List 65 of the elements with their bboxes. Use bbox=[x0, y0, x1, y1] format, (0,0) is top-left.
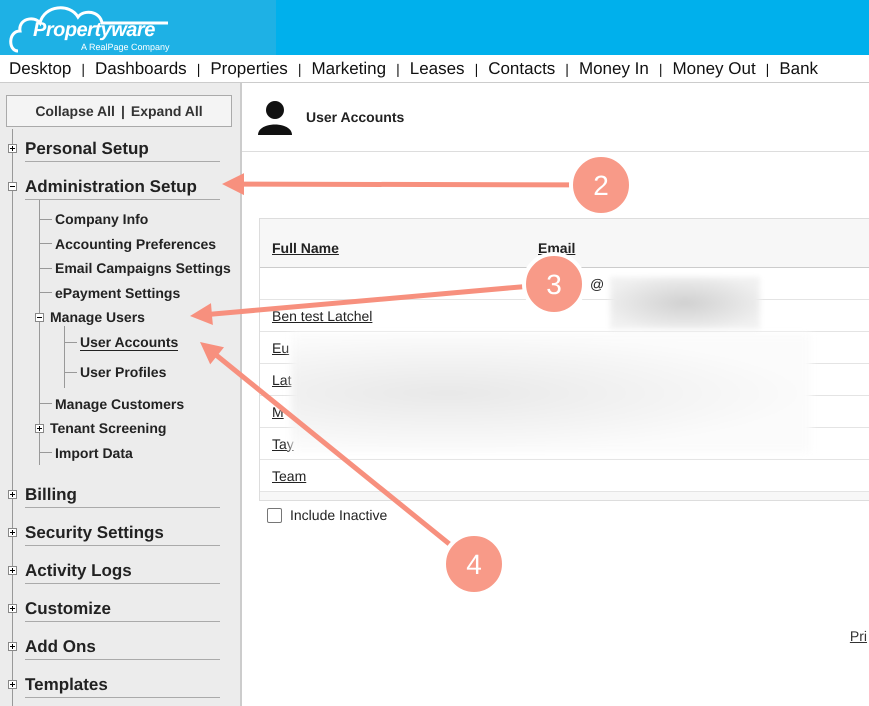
tree-link[interactable]: Manage Users bbox=[50, 309, 145, 326]
nav-divider: | bbox=[196, 60, 200, 76]
nav-divider: | bbox=[474, 60, 478, 76]
expand-icon[interactable] bbox=[8, 642, 17, 650]
tree-link[interactable]: Company Info bbox=[55, 211, 148, 228]
logo-text: Propertyware bbox=[33, 19, 155, 42]
expand-icon[interactable] bbox=[8, 490, 17, 498]
step-number: 4 bbox=[466, 549, 482, 580]
expand-icon[interactable] bbox=[8, 604, 17, 612]
expand-all-link[interactable]: Expand All bbox=[130, 103, 203, 119]
tree-link[interactable]: Manage Customers bbox=[55, 396, 184, 412]
nav-link[interactable]: Dashboards bbox=[95, 58, 187, 78]
name-link[interactable]: Eu bbox=[272, 340, 290, 356]
tree-link[interactable]: ePayment Settings bbox=[55, 284, 180, 301]
tree-link[interactable]: User Profiles bbox=[80, 364, 166, 381]
section-link[interactable]: Templates bbox=[25, 670, 220, 698]
logo-tagline: A RealPage Company bbox=[81, 42, 170, 52]
nav-link[interactable]: Bank bbox=[779, 58, 818, 78]
name-link[interactable]: Ben test Latchel bbox=[272, 308, 372, 324]
checkbox-label: Include Inactive bbox=[290, 507, 388, 523]
expand-icon[interactable] bbox=[8, 566, 17, 574]
nav-divider: | bbox=[298, 60, 302, 76]
name-link[interactable]: Lat bbox=[272, 372, 292, 388]
email-text: @ bbox=[590, 276, 604, 292]
separator: | bbox=[120, 103, 125, 119]
nav-link[interactable]: Properties bbox=[210, 58, 288, 78]
nav-link[interactable]: Marketing bbox=[311, 58, 386, 78]
nav-link[interactable]: Money Out bbox=[672, 58, 756, 78]
section-link[interactable]: Add Ons bbox=[25, 632, 220, 660]
privacy-link[interactable]: Pri bbox=[850, 628, 867, 644]
nav-link[interactable]: Leases bbox=[410, 58, 465, 78]
nav-divider: | bbox=[766, 60, 770, 76]
collapse-icon[interactable] bbox=[35, 312, 44, 322]
nav-link[interactable]: Contacts bbox=[488, 58, 556, 78]
section-link[interactable]: Customize bbox=[25, 594, 220, 622]
expand-icon[interactable] bbox=[8, 680, 17, 688]
step-number: 3 bbox=[546, 269, 562, 300]
section-link[interactable]: Activity Logs bbox=[25, 556, 220, 584]
nav-divider: | bbox=[81, 60, 86, 76]
page-title: User Accounts bbox=[306, 109, 404, 125]
step-number: 2 bbox=[593, 170, 609, 201]
nav-link[interactable]: Desktop bbox=[9, 58, 72, 78]
expand-icon[interactable] bbox=[8, 144, 17, 152]
section-link[interactable]: Billing bbox=[25, 480, 220, 508]
tree-link[interactable]: Accounting Preferences bbox=[55, 236, 216, 252]
nav-divider: | bbox=[396, 60, 400, 76]
user-icon bbox=[256, 99, 294, 135]
expand-icon[interactable] bbox=[35, 424, 44, 433]
tree-link[interactable]: Email Campaigns Settings bbox=[55, 260, 231, 276]
tree-link[interactable]: Import Data bbox=[55, 444, 133, 461]
section-link[interactable]: Security Settings bbox=[25, 518, 220, 546]
nav-divider: | bbox=[565, 60, 569, 76]
section-link[interactable]: Personal Setup bbox=[25, 134, 220, 162]
expand-icon[interactable] bbox=[8, 528, 17, 536]
name-link[interactable]: Tay bbox=[272, 436, 294, 452]
tree-link[interactable]: User Accounts bbox=[80, 334, 178, 351]
collapse-icon[interactable] bbox=[8, 182, 17, 190]
nav-link[interactable]: Money In bbox=[578, 58, 649, 78]
name-link[interactable]: Team bbox=[272, 468, 306, 484]
nav-divider: | bbox=[658, 60, 663, 76]
section-link[interactable]: Administration Setup bbox=[25, 172, 220, 200]
column-header[interactable]: Email bbox=[538, 240, 576, 256]
tree-link[interactable]: Tenant Screening bbox=[50, 420, 166, 436]
column-header[interactable]: Full Name bbox=[272, 240, 339, 256]
collapse-all-link[interactable]: Collapse All bbox=[35, 103, 115, 119]
